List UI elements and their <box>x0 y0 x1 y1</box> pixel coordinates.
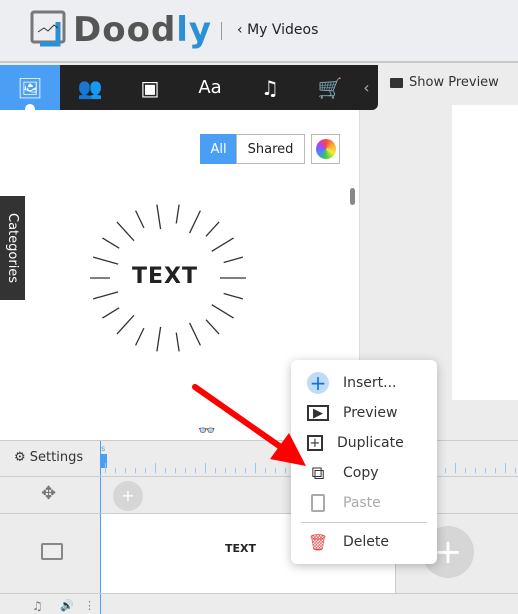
show-preview-label: Show Preview <box>409 75 499 90</box>
menu-label: Copy <box>343 465 379 481</box>
copy-icon: ⧉ <box>311 462 325 484</box>
more-options-icon[interactable]: ⋮ <box>84 599 95 612</box>
settings-label: Settings <box>29 450 84 465</box>
menu-label: Insert... <box>343 375 397 391</box>
my-videos-label: My Videos <box>247 22 319 38</box>
header: Doodly ‹ My Videos <box>0 0 518 63</box>
doodle-character-icon: 👓 <box>198 423 216 439</box>
tab-images[interactable]: 🖼 <box>0 65 60 114</box>
menu-label: Duplicate <box>337 435 404 451</box>
preview-canvas <box>452 105 518 400</box>
menu-item-duplicate[interactable]: + Duplicate <box>307 430 404 456</box>
plus-icon: + <box>307 371 329 395</box>
logo-icon <box>30 10 66 47</box>
menu-label: Preview <box>343 405 398 421</box>
show-preview-button[interactable]: Show Preview <box>390 75 499 90</box>
timeline: ⚙ Settings s ✥ + TEXT + ♫ 🔊 ⋮ <box>0 440 518 614</box>
menu-item-delete[interactable]: 🗑 Delete <box>307 529 389 555</box>
context-menu: + Insert... ▶ Preview + Duplicate ⧉ Copy Pas… <box>291 360 437 564</box>
tab-props[interactable]: ▣ <box>120 65 180 110</box>
music-track-icon: ♫ <box>32 599 43 613</box>
cart-icon: 🛒 <box>317 75 343 100</box>
duplicate-icon: + <box>307 435 323 451</box>
menu-item-insert[interactable]: + Insert... <box>307 370 397 396</box>
asset-toolbar: 🖼 👥 ▣ Aa ♫ 🛒 ‹ <box>0 65 378 114</box>
volume-icon[interactable]: 🔊 <box>60 599 74 612</box>
characters-icon: 👥 <box>77 75 103 100</box>
asset-text: TEXT <box>132 264 199 289</box>
menu-item-copy[interactable]: ⧉ Copy <box>307 460 379 486</box>
text-icon: Aa <box>198 77 222 98</box>
playhead-marker: s <box>101 444 106 453</box>
categories-tab[interactable]: Categories <box>0 196 25 300</box>
props-icon: ▣ <box>140 75 160 100</box>
tab-characters[interactable]: 👥 <box>60 65 120 110</box>
preview-icon: ▶ <box>307 405 329 421</box>
scrollbar[interactable] <box>350 188 355 205</box>
tab-music[interactable]: ♫ <box>240 65 300 110</box>
plus-icon: + <box>433 532 463 572</box>
logo: Doodly <box>73 10 213 50</box>
menu-divider <box>301 522 427 523</box>
plus-icon: + <box>121 486 135 505</box>
menu-label: Delete <box>343 534 389 550</box>
monitor-icon <box>390 77 403 88</box>
menu-item-paste: Paste <box>307 490 381 516</box>
collapse-button[interactable]: ‹ <box>355 65 378 110</box>
tab-cart[interactable]: 🛒 <box>300 65 360 110</box>
gear-icon: ⚙ <box>14 450 26 465</box>
music-icon: ♫ <box>261 75 279 100</box>
menu-label: Paste <box>343 495 381 511</box>
add-transition-button[interactable]: + <box>113 481 143 511</box>
color-filter-button[interactable] <box>311 134 340 164</box>
my-videos-link[interactable]: ‹ My Videos <box>237 22 318 38</box>
menu-item-preview[interactable]: ▶ Preview <box>307 400 398 426</box>
trash-icon: 🗑 <box>307 532 329 552</box>
move-icon: ✥ <box>41 483 57 504</box>
tab-text[interactable]: Aa <box>180 65 240 110</box>
settings-button[interactable]: ⚙ Settings <box>14 450 83 465</box>
filter-shared-button[interactable]: Shared <box>236 134 305 164</box>
paste-icon <box>307 492 329 514</box>
chevron-left-icon: ‹ <box>363 78 370 97</box>
filter-all-button[interactable]: All <box>200 134 237 164</box>
clip-text: TEXT <box>225 542 257 555</box>
divider <box>221 22 222 40</box>
color-wheel-icon <box>315 139 336 159</box>
image-layer-icon <box>41 543 63 560</box>
image-icon: 🖼 <box>17 75 43 100</box>
